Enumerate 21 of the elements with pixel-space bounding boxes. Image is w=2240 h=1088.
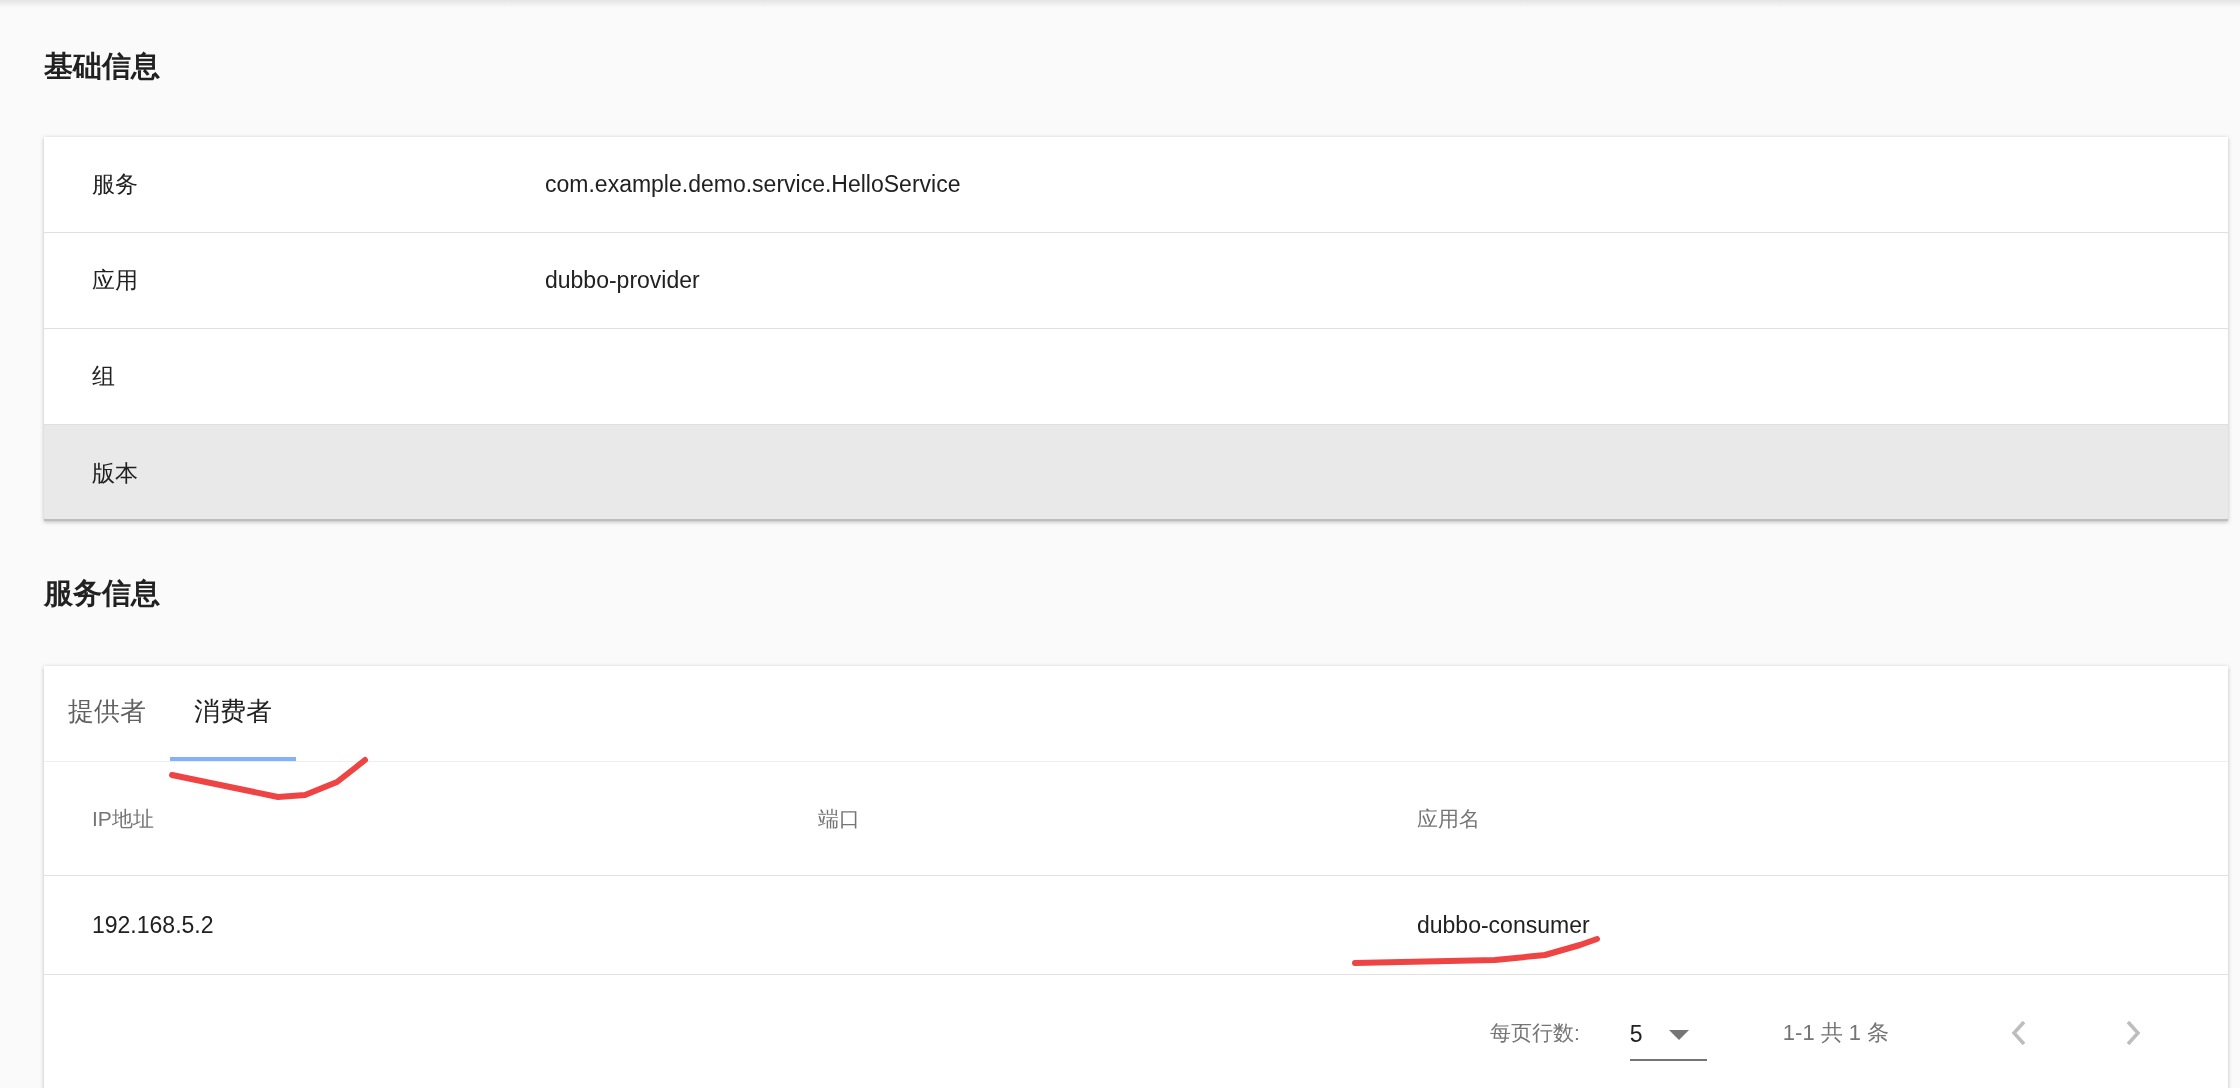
- column-header[interactable]: 端口: [770, 804, 1271, 833]
- table-cell: dubbo-consumer: [1417, 911, 1590, 938]
- section-title: 基础信息: [44, 49, 160, 84]
- column-header[interactable]: IP地址: [44, 804, 770, 833]
- field-label: 应用: [91, 266, 139, 295]
- section-title: 服务信息: [44, 576, 160, 611]
- field-label: 组: [91, 362, 116, 391]
- chevron-left-icon[interactable]: [2011, 1019, 2028, 1046]
- rows-per-page-select[interactable]: 5: [1629, 1004, 1707, 1061]
- tab[interactable]: 提供者: [44, 666, 170, 761]
- chevron-right-icon[interactable]: [2125, 1019, 2142, 1046]
- field-value: dubbo-provider: [545, 267, 700, 294]
- column-header[interactable]: 应用名: [1369, 804, 1480, 833]
- caret-icon: [1668, 1029, 1689, 1040]
- page-range: 1-1 共 1 条: [1782, 1018, 1890, 1047]
- table-cell: 192.168.5.2: [92, 911, 214, 938]
- field-label: 版本: [91, 458, 139, 488]
- rows-per-page-label: 每页行数:: [1490, 1019, 1580, 1046]
- field-label: 服务: [91, 170, 139, 199]
- tab[interactable]: 消费者: [170, 666, 296, 761]
- field-value: com.example.demo.service.HelloService: [545, 171, 961, 198]
